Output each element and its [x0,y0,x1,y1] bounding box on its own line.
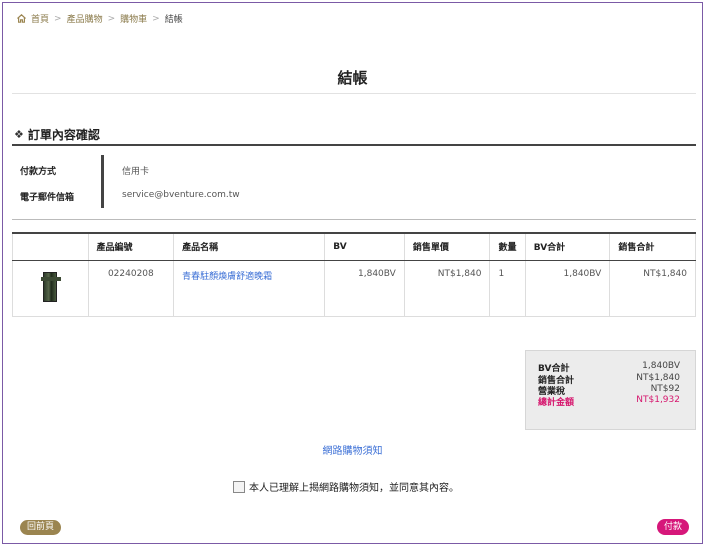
product-image-cell [12,260,89,317]
email-row: 電子郵件信箱 service@bventure.com.tw [12,181,696,207]
section-heading: ❖ 訂單內容確認 [14,126,100,143]
product-code: 02240208 [87,260,174,317]
table-header-row: 產品編號 產品名稱 BV 銷售單價 數量 BV合計 銷售合計 [12,232,696,261]
col-qty: 數量 [489,232,526,261]
order-table: 產品編號 產品名稱 BV 銷售單價 數量 BV合計 銷售合計 02240208 … [12,232,696,317]
agree-text: 本人已理解上揭網路購物須知，並同意其內容。 [249,483,459,494]
email-label: 電子郵件信箱 [20,193,75,203]
payment-label: 付款方式 [20,167,57,177]
product-bv: 1,840BV [324,260,405,317]
product-sales-total: NT$1,840 [609,260,696,317]
breadcrumb-cart[interactable]: 購物車 [120,12,147,25]
product-name-cell: 青春駐顏煥膚舒適晚霜 [173,260,325,317]
col-bv-total: BV合計 [524,232,610,261]
table-row: 02240208 青春駐顏煥膚舒適晚霜 1,840BV NT$1,840 1 1… [12,260,696,317]
home-icon[interactable] [17,14,26,23]
shopping-notice-link[interactable]: 網路購物須知 [3,442,702,457]
summary-total-value: NT$1,932 [636,395,680,405]
breadcrumb-separator: > [54,13,62,24]
product-price: NT$1,840 [403,260,490,317]
order-summary: BV合計 1,840BV 銷售合計 NT$1,840 營業稅 NT$92 總計金… [525,350,696,430]
section-divider [12,144,696,146]
breadcrumb: 首頁 > 產品購物 > 購物車 > 結帳 [17,12,183,25]
order-info: 付款方式 信用卡 電子郵件信箱 service@bventure.com.tw [12,155,696,207]
product-qty: 1 [489,260,526,317]
agree-checkbox[interactable] [233,480,245,493]
col-price: 銷售單價 [403,232,490,261]
diamond-icon: ❖ [14,128,24,141]
email-value: service@bventure.com.tw [122,190,240,200]
agree-row[interactable]: 本人已理解上揭網路購物須知，並同意其內容。 [233,479,459,494]
breadcrumb-current: 結帳 [164,15,183,25]
payment-value: 信用卡 [122,167,150,177]
col-name: 產品名稱 [173,232,325,261]
divider [12,93,696,94]
page-frame: 首頁 > 產品購物 > 購物車 > 結帳 結帳 ❖ 訂單內容確認 付款方式 信用… [2,2,703,544]
col-image [12,232,89,261]
product-name-link[interactable]: 青春駐顏煥膚舒適晚霜 [182,272,272,282]
pay-button[interactable]: 付款 [657,519,690,535]
product-bv-total: 1,840BV [524,260,610,317]
col-bv: BV [324,232,405,261]
product-thumbnail[interactable] [41,271,62,302]
summary-total-row: 總計金額 NT$1,932 [538,395,680,408]
breadcrumb-home[interactable]: 首頁 [31,12,49,25]
page-title: 結帳 [337,69,368,87]
breadcrumb-separator: > [107,13,116,24]
breadcrumb-products[interactable]: 產品購物 [67,12,103,25]
payment-row: 付款方式 信用卡 [12,155,696,181]
breadcrumb-separator: > [152,13,160,24]
col-sales-total: 銷售合計 [609,232,696,261]
summary-total-label: 總計金額 [538,398,575,408]
col-code: 產品編號 [87,232,174,261]
back-button[interactable]: 回前頁 [20,520,62,535]
section-title: 訂單內容確認 [27,128,100,142]
divider [12,219,696,220]
